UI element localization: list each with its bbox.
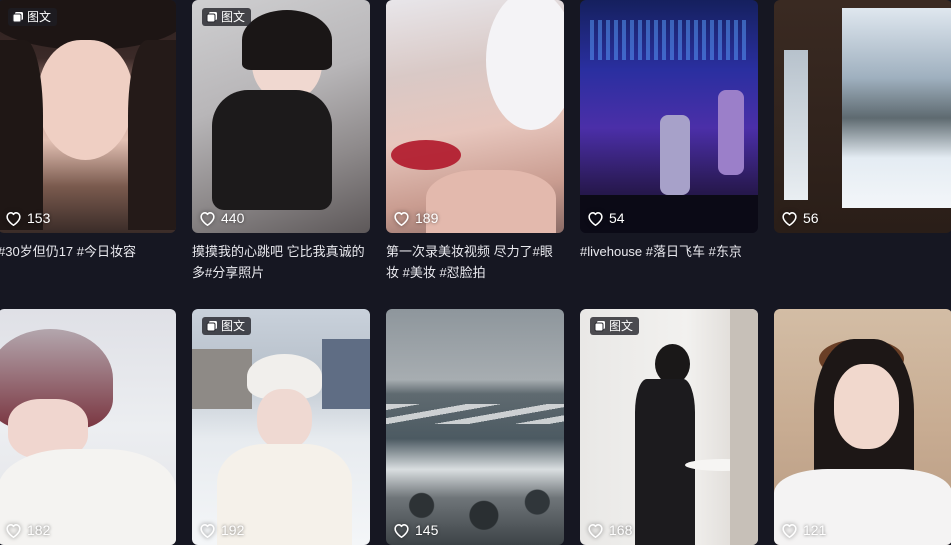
thumbnail-image bbox=[0, 0, 176, 233]
gallery-icon bbox=[12, 12, 23, 23]
thumbnail-image bbox=[580, 0, 758, 233]
heart-icon bbox=[782, 523, 797, 538]
heart-icon bbox=[588, 523, 603, 538]
video-caption[interactable]: #30岁但仍17 #今日妆容 bbox=[0, 241, 176, 262]
video-caption[interactable]: #livehouse #落日飞车 #东京 bbox=[580, 241, 758, 262]
video-thumbnail[interactable]: 121 bbox=[774, 309, 951, 545]
gallery-icon bbox=[594, 321, 605, 332]
like-count: 192 bbox=[199, 522, 244, 538]
like-count: 153 bbox=[5, 210, 50, 226]
heart-icon bbox=[6, 211, 21, 226]
video-card[interactable]: 56 bbox=[774, 0, 951, 241]
image-post-badge: 图文 bbox=[8, 8, 58, 26]
video-thumbnail[interactable]: 图文 440 bbox=[192, 0, 370, 233]
video-thumbnail[interactable]: 189 bbox=[386, 0, 564, 233]
video-card[interactable]: 189 第一次录美妆视频 尽力了#眼妆 #美妆 #怼脸拍 bbox=[386, 0, 564, 283]
video-card[interactable]: 182 bbox=[0, 309, 176, 545]
video-thumbnail[interactable]: 图文 153 bbox=[0, 0, 176, 233]
like-count: 121 bbox=[781, 522, 826, 538]
badge-label: 图文 bbox=[609, 319, 634, 333]
image-post-badge: 图文 bbox=[202, 317, 252, 335]
video-card[interactable]: 图文 168 bbox=[580, 309, 758, 545]
video-card[interactable]: 145 bbox=[386, 309, 564, 545]
image-post-badge: 图文 bbox=[590, 317, 640, 335]
heart-icon bbox=[200, 211, 215, 226]
heart-icon bbox=[6, 523, 21, 538]
thumbnail-image bbox=[386, 0, 564, 233]
video-card[interactable]: 121 bbox=[774, 309, 951, 545]
video-thumbnail[interactable]: 56 bbox=[774, 0, 951, 233]
video-caption[interactable]: 摸摸我的心跳吧 它比我真诚的多#分享照片 bbox=[192, 241, 370, 283]
like-count: 56 bbox=[781, 210, 819, 226]
badge-label: 图文 bbox=[221, 319, 246, 333]
thumbnail-image bbox=[192, 309, 370, 545]
video-thumbnail[interactable]: 图文 168 bbox=[580, 309, 758, 545]
thumbnail-image bbox=[386, 309, 564, 545]
like-count: 182 bbox=[5, 522, 50, 538]
video-card[interactable]: 图文 192 bbox=[192, 309, 370, 545]
thumbnail-image bbox=[774, 309, 951, 545]
video-card[interactable]: 图文 153 #30岁但仍17 #今日妆容 bbox=[0, 0, 176, 262]
gallery-icon bbox=[206, 321, 217, 332]
badge-label: 图文 bbox=[221, 10, 246, 24]
heart-icon bbox=[394, 211, 409, 226]
video-feed-grid: 图文 153 #30岁但仍17 #今日妆容 图文 440 摸摸我的心跳吧 它比我… bbox=[0, 0, 951, 545]
heart-icon bbox=[782, 211, 797, 226]
like-count: 168 bbox=[587, 522, 632, 538]
video-caption[interactable]: 第一次录美妆视频 尽力了#眼妆 #美妆 #怼脸拍 bbox=[386, 241, 564, 283]
thumbnail-image bbox=[580, 309, 758, 545]
heart-icon bbox=[588, 211, 603, 226]
like-count: 145 bbox=[393, 522, 438, 538]
badge-label: 图文 bbox=[27, 10, 52, 24]
image-post-badge: 图文 bbox=[202, 8, 252, 26]
video-thumbnail[interactable]: 182 bbox=[0, 309, 176, 545]
video-card[interactable]: 54 #livehouse #落日飞车 #东京 bbox=[580, 0, 758, 262]
like-count: 54 bbox=[587, 210, 625, 226]
video-thumbnail[interactable]: 54 bbox=[580, 0, 758, 233]
gallery-icon bbox=[206, 12, 217, 23]
video-card[interactable]: 图文 440 摸摸我的心跳吧 它比我真诚的多#分享照片 bbox=[192, 0, 370, 283]
heart-icon bbox=[200, 523, 215, 538]
like-count: 440 bbox=[199, 210, 244, 226]
thumbnail-image bbox=[774, 0, 951, 233]
heart-icon bbox=[394, 523, 409, 538]
video-thumbnail[interactable]: 图文 192 bbox=[192, 309, 370, 545]
thumbnail-image bbox=[0, 309, 176, 545]
like-count: 189 bbox=[393, 210, 438, 226]
thumbnail-image bbox=[192, 0, 370, 233]
video-thumbnail[interactable]: 145 bbox=[386, 309, 564, 545]
